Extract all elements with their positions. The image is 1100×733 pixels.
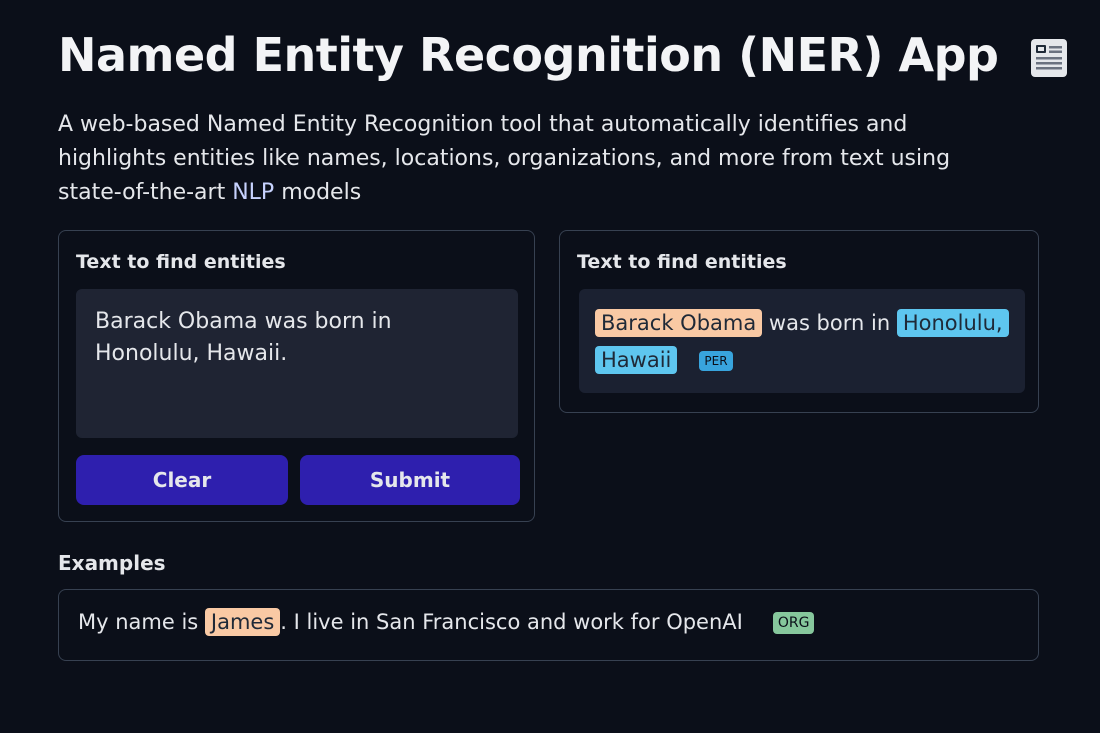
app-description: A web-based Named Entity Recognition too… <box>58 112 951 205</box>
page-title: Named Entity Recognition (NER) App <box>58 28 1068 82</box>
plain-text: was born in <box>762 311 897 335</box>
entity-loc[interactable]: Hawaii <box>595 346 678 374</box>
example-tag-org: ORG <box>772 612 815 634</box>
newspaper-icon <box>1030 35 1068 77</box>
entity-per[interactable]: Barack Obama <box>595 309 763 337</box>
nlp-highlight: NLP <box>232 180 275 205</box>
input-panel: Text to find entities Barack Obama was b… <box>58 230 535 522</box>
example-entity-per: James <box>204 608 281 636</box>
output-panel: Text to find entities Barack Obama was b… <box>559 230 1039 413</box>
examples-label: Examples <box>58 551 166 575</box>
entity-loc[interactable]: Honolulu, <box>896 309 1009 337</box>
page-title-text: Named Entity Recognition (NER) App <box>58 28 999 82</box>
output-label: Text to find entities <box>577 251 787 273</box>
submit-button[interactable]: Submit <box>300 455 520 505</box>
example-item[interactable]: My name is James. I live in San Francisc… <box>58 589 1039 661</box>
clear-button[interactable]: Clear <box>76 455 288 505</box>
example-text: My name is James. I live in San Francisc… <box>78 608 815 636</box>
entity-tag-per: PER <box>699 351 733 371</box>
highlighted-text-output: Barack Obama was born in Honolulu, Hawai… <box>579 289 1025 393</box>
text-input[interactable]: Barack Obama was born in Honolulu, Hawai… <box>76 289 518 438</box>
input-label: Text to find entities <box>76 251 286 273</box>
